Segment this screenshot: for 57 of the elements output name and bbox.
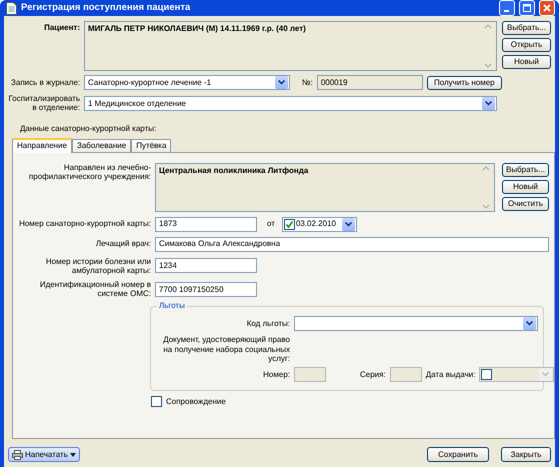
action-button[interactable]: Новый [502,180,549,194]
field-label: Код льготы: [246,319,290,328]
field-label: Запись в журнале: [10,78,80,88]
text-area-value: МИГАЛЬ ПЕТР НИКОЛАЕВИЧ (М) 14.11.1969 г.р. (40 лет) [88,24,306,35]
close-button[interactable] [539,0,555,16]
field-label: Номер: [262,370,290,379]
oms-number-field[interactable]: 7700 1097150250 [155,282,257,297]
caret-icon [70,452,76,457]
document-icon [6,2,17,14]
doctor-field[interactable]: Симакова Ольга Александровна [155,236,549,252]
section-title: Данные санаторно-курортной карты: [20,124,158,134]
tab[interactable]: Путёвка [131,138,172,152]
window-title: Регистрация поступления пациента [21,2,192,14]
card-number-field[interactable]: 1873 [155,216,257,232]
print-button[interactable]: Напечатать [8,447,80,462]
document-series-field[interactable] [390,366,422,382]
date-value: 03.02.2010 [296,219,336,229]
history-number-field[interactable]: 1234 [155,258,257,274]
field-label: Номер истории болезни или амбулаторной карты: [44,256,151,275]
text-area-value: Центральная поликлиника Литфонда [159,166,308,177]
from-label: от [267,219,275,229]
action-button[interactable]: Новый [502,55,551,69]
maximize-icon [523,4,531,12]
field-label: Дата выдачи: [426,370,476,379]
maximize-button[interactable] [519,0,535,16]
escort-checkbox[interactable] [151,396,162,407]
group-title: Льготы [157,301,187,310]
action-button[interactable]: Очистить [502,196,549,211]
date-checkbox[interactable] [284,218,295,230]
action-button[interactable]: Выбрать... [502,21,551,35]
number-label: №: [302,78,313,88]
action-button[interactable]: Открыть [502,38,551,52]
tab[interactable]: Направление [12,138,72,153]
minimize-button[interactable] [499,0,515,16]
field-label: Направлен из лечебно-профилактического учреждения: [28,162,151,181]
text-area[interactable]: Центральная поликлиника Литфонда [155,162,495,212]
save-button[interactable]: Сохранить [427,447,489,462]
tab[interactable]: Заболевание [72,138,132,152]
journal-combo[interactable]: Санаторно-курортное лечение -1 [84,75,290,90]
field-label: Госпитализировать в отделение: [8,94,80,112]
get-number-button[interactable]: Получить номер [426,76,502,90]
action-button[interactable]: Выбрать... [502,162,549,177]
field-label: Серия: [360,370,386,379]
printer-icon [12,450,23,460]
text-area[interactable]: МИГАЛЬ ПЕТР НИКОЛАЕВИЧ (М) 14.11.1969 г.р. (40 лет) [84,21,497,71]
close-button[interactable]: Закрыть [501,447,551,462]
field-label: Пациент: [43,22,80,32]
number-field[interactable]: 000019 [316,75,423,90]
field-label: Документ, удостоверяющий право на получение набора социальных услуг: [162,335,290,363]
date-picker[interactable]: 03.02.2010 [282,216,357,232]
department-combo[interactable]: 1 Медицинское отделение [84,96,497,111]
field-label: Идентификационный номер в системе ОМС: [38,280,151,298]
close-icon [543,4,551,12]
field-label: Номер санаторно-курортной карты: [19,219,151,229]
field-label: Лечащий врач: [94,239,151,249]
document-number-field[interactable] [294,366,326,382]
checkbox-label: Сопровождение [166,396,226,406]
